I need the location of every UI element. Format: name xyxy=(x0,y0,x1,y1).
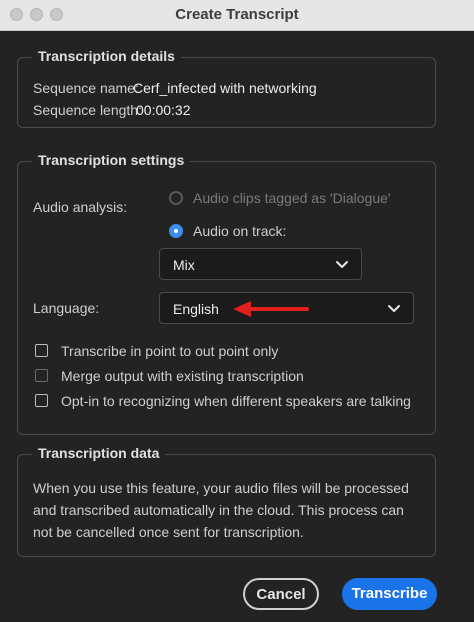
chevron-down-icon xyxy=(336,261,348,268)
window-title: Create Transcript xyxy=(175,6,299,23)
checkbox-speakers-label: Opt-in to recognizing when different spe… xyxy=(61,393,411,409)
checkbox-in-out-only[interactable] xyxy=(35,344,48,357)
radio-audio-on-track[interactable] xyxy=(169,224,183,238)
radio-track-label: Audio on track: xyxy=(193,223,287,239)
audio-analysis-label: Audio analysis: xyxy=(33,199,128,215)
checkbox-speakers[interactable] xyxy=(35,394,48,407)
transcription-settings-legend: Transcription settings xyxy=(32,152,191,168)
transcription-details-legend: Transcription details xyxy=(32,48,181,64)
sequence-name-value: Cerf_infected with networking xyxy=(133,80,317,96)
language-select-value: English xyxy=(173,301,219,317)
title-bar: Create Transcript xyxy=(0,0,474,31)
language-label: Language: xyxy=(33,300,100,316)
radio-dialogue-label: Audio clips tagged as 'Dialogue' xyxy=(193,190,391,206)
audio-track-select[interactable]: Mix xyxy=(159,248,362,280)
transcription-data-text: When you use this feature, your audio fi… xyxy=(33,480,409,540)
chevron-down-icon xyxy=(388,305,400,312)
checkbox-merge-label: Merge output with existing transcription xyxy=(61,368,304,384)
transcription-data-legend: Transcription data xyxy=(32,445,166,461)
transcribe-button[interactable]: Transcribe xyxy=(342,578,437,610)
create-transcript-dialog: Create Transcript Transcription details … xyxy=(0,0,474,622)
sequence-length-value: 00:00:32 xyxy=(136,102,191,118)
red-arrow-annotation-icon xyxy=(233,301,309,317)
cancel-button[interactable]: Cancel xyxy=(243,578,319,610)
audio-track-select-value: Mix xyxy=(173,257,195,273)
checkbox-in-out-label: Transcribe in point to out point only xyxy=(61,343,279,359)
radio-dialogue-clips[interactable] xyxy=(169,191,183,205)
sequence-length-label: Sequence length: xyxy=(33,102,142,118)
checkbox-merge-output[interactable] xyxy=(35,369,48,382)
sequence-name-label: Sequence name: xyxy=(33,80,139,96)
